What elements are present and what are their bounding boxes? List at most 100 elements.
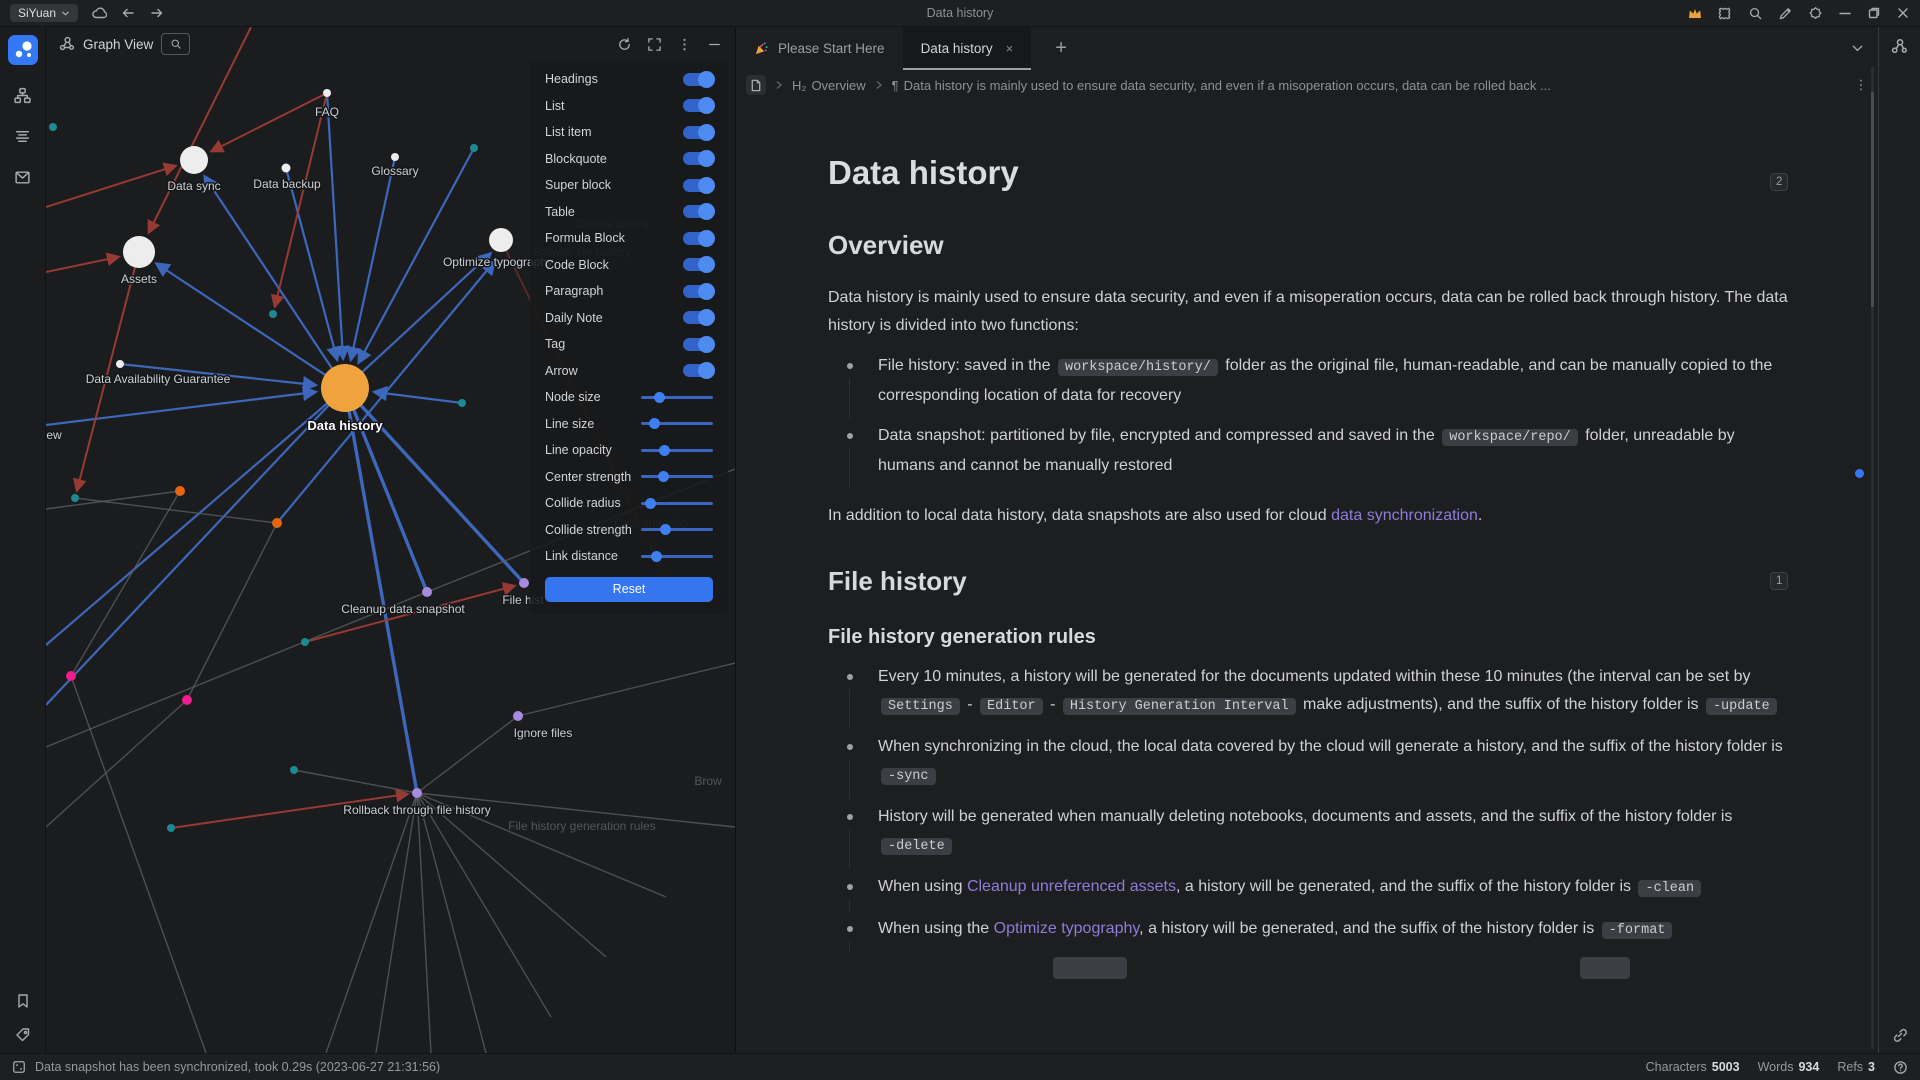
toggle-switch-on[interactable] xyxy=(683,311,713,324)
graph-node[interactable] xyxy=(71,494,79,502)
back-icon[interactable] xyxy=(120,5,136,21)
graph-node[interactable] xyxy=(49,123,57,131)
breadcrumb-item[interactable]: ¶Data history is mainly used to ensure d… xyxy=(892,78,1551,93)
slider[interactable] xyxy=(641,502,713,505)
tag-dock-icon[interactable] xyxy=(15,1027,31,1043)
editor-pane: Please Start HereData history×+ H₂Overvi… xyxy=(736,27,1878,1053)
tab-list-chevron-icon[interactable] xyxy=(1850,41,1865,56)
appearance-icon[interactable] xyxy=(1808,6,1823,21)
slider-thumb[interactable] xyxy=(658,471,669,482)
graph-node[interactable] xyxy=(391,153,399,161)
edit-icon[interactable] xyxy=(1778,6,1793,21)
tab-close-icon[interactable]: × xyxy=(1006,42,1014,55)
siyuan-logo[interactable] xyxy=(8,35,38,65)
slider[interactable] xyxy=(641,422,713,425)
inbox-dock-icon[interactable] xyxy=(14,169,31,186)
sync-status-icon[interactable] xyxy=(12,1060,26,1074)
graph-node[interactable] xyxy=(513,711,523,721)
help-icon[interactable] xyxy=(1893,1060,1908,1075)
status-bar: Data snapshot has been synchronized, too… xyxy=(0,1053,1920,1080)
graph-node[interactable] xyxy=(175,486,185,496)
doc-link[interactable]: Cleanup unreferenced assets xyxy=(967,878,1176,895)
window-title: Data history xyxy=(0,6,1920,20)
graph-node[interactable] xyxy=(321,364,369,412)
backlink-dock-icon[interactable] xyxy=(1892,1027,1908,1043)
cloud-sync-icon[interactable] xyxy=(91,5,107,21)
toggle-switch-on[interactable] xyxy=(683,338,713,351)
graph-node[interactable] xyxy=(167,824,175,832)
slider-thumb[interactable] xyxy=(645,498,656,509)
tab-please-start-here[interactable]: Please Start Here xyxy=(736,27,903,70)
search-icon[interactable] xyxy=(1748,6,1763,21)
graph-node[interactable] xyxy=(412,788,422,798)
close-icon[interactable] xyxy=(1896,6,1910,20)
graph-node[interactable] xyxy=(116,360,124,368)
more-icon[interactable] xyxy=(677,37,692,52)
slider-thumb[interactable] xyxy=(651,551,662,562)
graph-node[interactable] xyxy=(66,671,76,681)
document-content[interactable]: Data historyOverviewData history is main… xyxy=(828,100,1790,1053)
graph-dock-icon[interactable] xyxy=(1891,38,1908,55)
document-icon[interactable] xyxy=(746,75,766,95)
graph-node[interactable] xyxy=(489,228,513,252)
breadcrumb-item[interactable]: H₂Overview xyxy=(792,78,866,93)
graph-node[interactable] xyxy=(272,518,282,528)
graph-node[interactable] xyxy=(458,399,466,407)
toggle-switch-on[interactable] xyxy=(683,232,713,245)
graph-node[interactable] xyxy=(123,236,155,268)
graph-filter-row: Code Block xyxy=(530,252,728,279)
toggle-switch-on[interactable] xyxy=(683,364,713,377)
graph-node[interactable] xyxy=(519,578,529,588)
graph-node[interactable] xyxy=(182,695,192,705)
graph-node[interactable] xyxy=(180,146,208,174)
tab-data-history[interactable]: Data history× xyxy=(903,27,1032,70)
graph-node[interactable] xyxy=(282,164,291,173)
graph-search-button[interactable] xyxy=(161,33,190,55)
slider-thumb[interactable] xyxy=(660,524,671,535)
slider-thumb[interactable] xyxy=(654,392,665,403)
doc-link[interactable]: Optimize typography xyxy=(994,920,1140,937)
outline-dock-icon[interactable] xyxy=(14,128,31,145)
toggle-switch-on[interactable] xyxy=(683,126,713,139)
app-menu-button[interactable]: SiYuan xyxy=(10,4,78,22)
slider[interactable] xyxy=(641,555,713,558)
ref-count-badge[interactable]: 2 xyxy=(1770,173,1788,191)
new-tab-button[interactable]: + xyxy=(1031,27,1091,70)
restore-icon[interactable] xyxy=(1867,6,1881,20)
panel-minimize-icon[interactable] xyxy=(707,37,722,52)
slider[interactable] xyxy=(641,528,713,531)
slider-thumb[interactable] xyxy=(649,418,660,429)
slider[interactable] xyxy=(641,475,713,478)
toggle-switch-on[interactable] xyxy=(683,179,713,192)
toggle-switch-on[interactable] xyxy=(683,258,713,271)
toggle-switch-on[interactable] xyxy=(683,285,713,298)
bookmark-dock-icon[interactable] xyxy=(15,993,31,1009)
breadcrumb-more-icon[interactable] xyxy=(1854,78,1868,92)
flowchart-dock-icon[interactable] xyxy=(14,87,31,104)
scrollbar-thumb[interactable] xyxy=(1871,92,1874,307)
toggle-switch-on[interactable] xyxy=(683,205,713,218)
graph-node[interactable] xyxy=(422,587,432,597)
forward-icon[interactable] xyxy=(149,5,165,21)
filter-label: Blockquote xyxy=(545,152,607,166)
doc-link[interactable]: data synchronization xyxy=(1331,507,1478,524)
slider[interactable] xyxy=(641,449,713,452)
toggle-switch-on[interactable] xyxy=(683,99,713,112)
graph-node[interactable] xyxy=(290,766,298,774)
toggle-switch-on[interactable] xyxy=(683,73,713,86)
graph-node[interactable] xyxy=(301,638,309,646)
slider-thumb[interactable] xyxy=(659,445,670,456)
refresh-icon[interactable] xyxy=(617,37,632,52)
ref-count-badge[interactable]: 1 xyxy=(1770,572,1788,590)
toggle-switch-on[interactable] xyxy=(683,152,713,165)
fullscreen-icon[interactable] xyxy=(647,37,662,52)
editor-scrollbar[interactable] xyxy=(1871,67,1874,1049)
minimize-icon[interactable] xyxy=(1838,6,1852,20)
slider[interactable] xyxy=(641,396,713,399)
reset-button[interactable]: Reset xyxy=(545,577,713,602)
sticker-icon[interactable] xyxy=(1718,6,1733,21)
graph-node[interactable] xyxy=(269,310,277,318)
membership-crown-icon[interactable] xyxy=(1687,6,1703,20)
graph-node[interactable] xyxy=(323,89,331,97)
graph-node[interactable] xyxy=(470,144,478,152)
